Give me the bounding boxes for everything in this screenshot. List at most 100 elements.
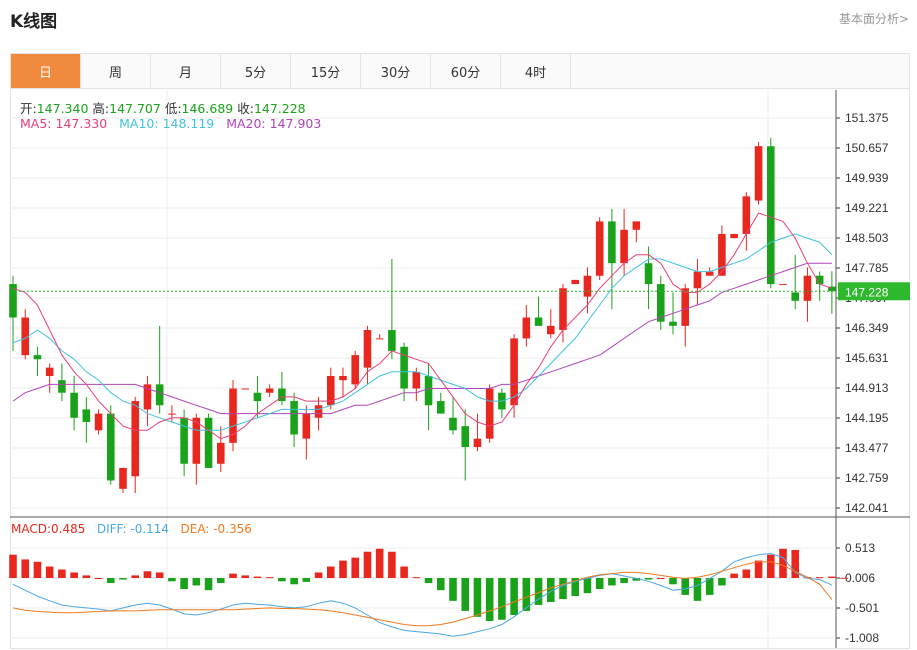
dea-value: -0.356 bbox=[213, 522, 252, 536]
candle-body bbox=[718, 233, 726, 276]
macd-bar bbox=[461, 578, 470, 611]
macd-bar bbox=[608, 578, 616, 586]
candle-body bbox=[595, 221, 604, 276]
macd-bar bbox=[106, 578, 115, 584]
candle-body bbox=[33, 355, 42, 360]
candle-body bbox=[363, 330, 372, 368]
macd-bar bbox=[840, 577, 848, 579]
candle-body bbox=[754, 146, 763, 201]
candle-body bbox=[70, 392, 78, 418]
candle-body bbox=[45, 367, 54, 377]
y-tick-label: 144.913 bbox=[845, 381, 889, 395]
candle-body bbox=[705, 271, 714, 276]
macd-bar bbox=[351, 557, 360, 578]
candle-body bbox=[400, 346, 408, 389]
y-tick-label: 142.041 bbox=[845, 501, 889, 515]
candle-body bbox=[522, 317, 531, 339]
y-tick-label: 151.375 bbox=[845, 111, 889, 125]
last-price-value: 147.228 bbox=[845, 285, 889, 299]
candle-body bbox=[155, 384, 164, 406]
ma10-value: 148.119 bbox=[162, 116, 215, 131]
macd-bar bbox=[693, 578, 702, 601]
macd-bar bbox=[326, 566, 335, 578]
candle-body bbox=[693, 271, 702, 289]
candle-body bbox=[302, 413, 311, 439]
macd-bar bbox=[339, 560, 347, 578]
macd-bar bbox=[155, 572, 164, 578]
macd-bar bbox=[559, 578, 567, 600]
candle-body bbox=[265, 388, 274, 393]
macd-bar bbox=[375, 548, 384, 578]
ma-readout: MA5: 147.330 MA10: 148.119 MA20: 147.903 bbox=[20, 116, 321, 131]
candle-body bbox=[216, 442, 225, 464]
ohlc-readout: 开:147.340 高:147.707 低:146.689 收:147.228 bbox=[20, 98, 306, 117]
macd-bar bbox=[510, 578, 518, 616]
macd-bar bbox=[485, 578, 494, 621]
ma20-line bbox=[12, 262, 832, 415]
y-tick-label: 144.195 bbox=[845, 411, 889, 425]
high-value: 147.707 bbox=[109, 101, 161, 116]
ma5-label: MA5: bbox=[20, 116, 52, 131]
candle-body bbox=[314, 405, 323, 418]
candle-body bbox=[375, 338, 384, 340]
macd-bar bbox=[718, 578, 726, 586]
macd-value: 0.485 bbox=[51, 522, 86, 536]
candle-body bbox=[742, 196, 751, 234]
candle-body bbox=[106, 413, 115, 481]
ma20-value: 147.903 bbox=[269, 116, 322, 131]
macd-bar bbox=[828, 576, 836, 578]
macd-bar bbox=[754, 560, 763, 578]
candle-body bbox=[681, 288, 690, 326]
candle-body bbox=[779, 284, 787, 286]
macd-bar bbox=[400, 566, 408, 578]
macd-bar bbox=[82, 575, 91, 578]
macd-bar bbox=[424, 578, 433, 584]
close-label: 收: bbox=[237, 101, 254, 116]
macd-bar bbox=[192, 578, 201, 586]
macd-bar bbox=[669, 578, 677, 585]
macd-bar bbox=[595, 578, 604, 590]
low-label: 低: bbox=[164, 101, 182, 116]
candle-body bbox=[168, 413, 176, 415]
macd-y-tick-label: -1.008 bbox=[845, 631, 879, 645]
candle-body bbox=[351, 355, 360, 385]
candle-body bbox=[58, 380, 66, 393]
macd-y-tick-label: -0.501 bbox=[845, 601, 879, 615]
macd-bar bbox=[229, 573, 237, 578]
candle-body bbox=[656, 284, 665, 322]
y-tick-label: 147.785 bbox=[845, 261, 889, 275]
macd-bar bbox=[70, 572, 78, 578]
candle-body bbox=[730, 233, 738, 239]
macd-bar bbox=[656, 578, 665, 579]
candle-body bbox=[559, 288, 567, 331]
macd-bar bbox=[131, 575, 140, 578]
macd-bar bbox=[436, 578, 445, 591]
close-value: 147.228 bbox=[253, 101, 306, 116]
macd-bar bbox=[302, 578, 311, 582]
macd-bar bbox=[290, 578, 298, 585]
macd-bar bbox=[363, 551, 372, 578]
candle-body bbox=[571, 279, 580, 285]
macd-bar bbox=[33, 561, 42, 578]
macd-label: MACD: bbox=[11, 522, 52, 536]
candle-body bbox=[204, 417, 213, 468]
macd-bar bbox=[45, 566, 54, 578]
ma5-value: 147.330 bbox=[55, 116, 108, 131]
y-tick-label: 142.759 bbox=[845, 471, 889, 485]
open-label: 开: bbox=[20, 101, 37, 116]
candle-body bbox=[583, 275, 592, 297]
macd-bar bbox=[449, 578, 457, 601]
macd-bar bbox=[583, 578, 592, 594]
low-value: 146.689 bbox=[181, 101, 234, 116]
candle-body bbox=[791, 292, 800, 301]
candle-body bbox=[485, 388, 494, 439]
candle-body bbox=[766, 146, 775, 285]
macd-bar bbox=[216, 578, 225, 584]
macd-bar bbox=[168, 578, 176, 582]
candle-body bbox=[424, 376, 433, 406]
y-tick-label: 143.477 bbox=[845, 441, 889, 455]
macd-bar bbox=[204, 578, 213, 591]
candle-body bbox=[131, 401, 140, 477]
macd-bar bbox=[21, 559, 30, 578]
candle-body bbox=[253, 392, 262, 402]
